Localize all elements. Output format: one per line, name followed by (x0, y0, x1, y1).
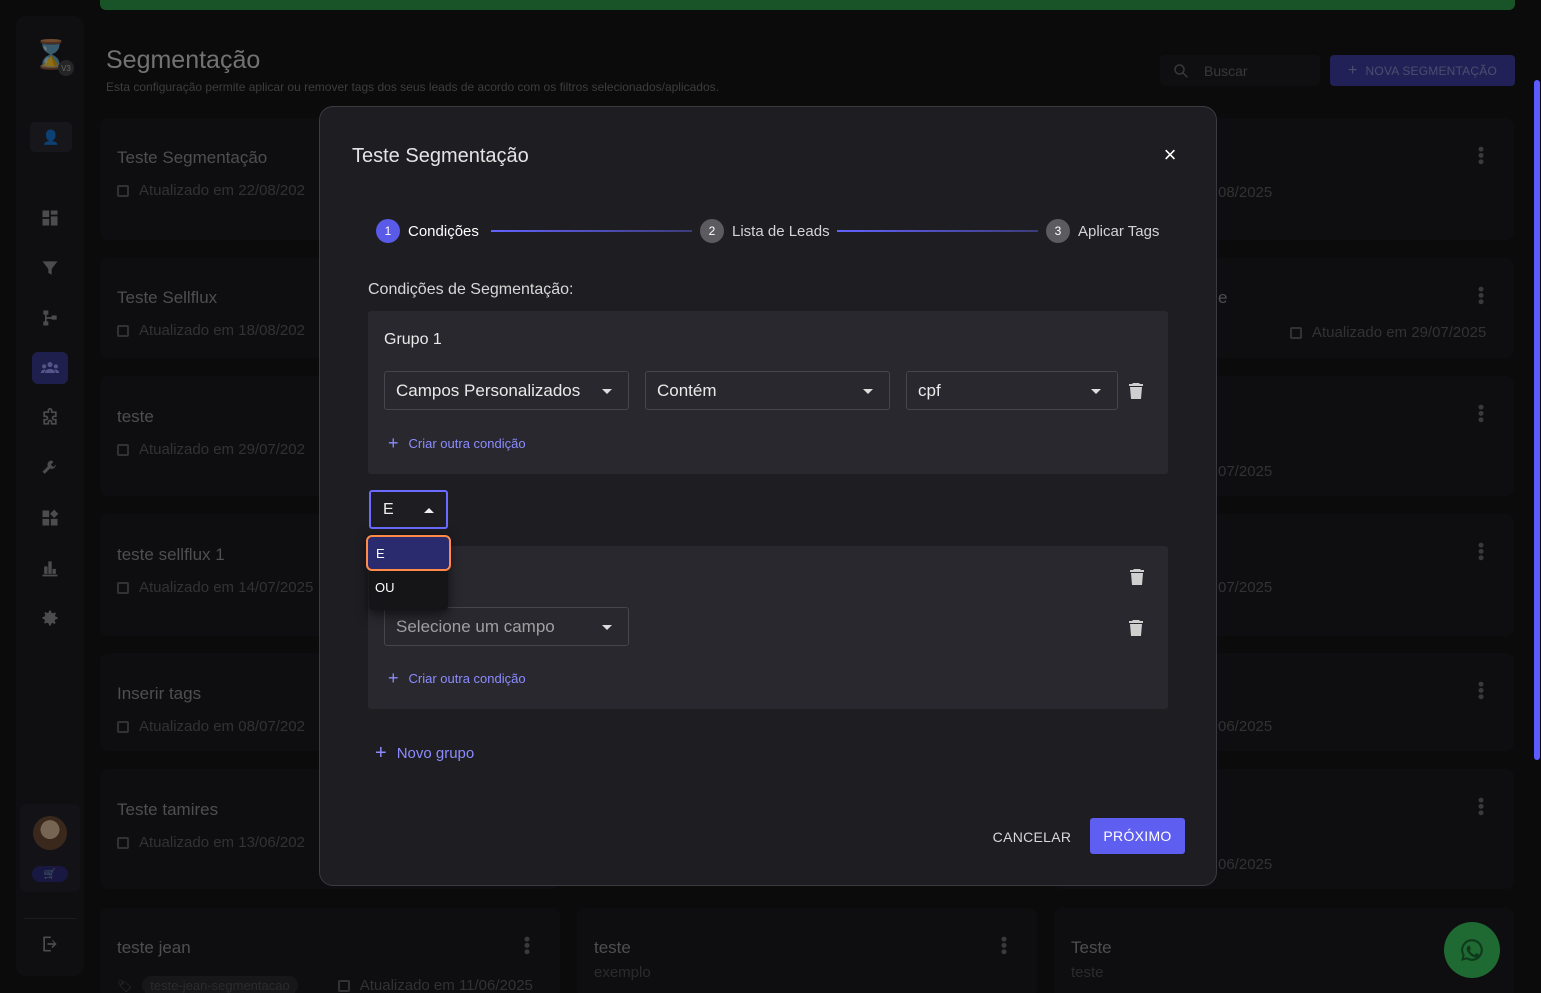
chevron-down-icon (863, 389, 873, 394)
chevron-down-icon (602, 389, 612, 394)
logic-operator-value: E (383, 500, 394, 518)
new-group-label: Novo grupo (396, 745, 475, 762)
condition-group-1: Grupo 1 Campos Personalizados Contém cpf… (368, 311, 1168, 474)
step-number: 2 (700, 219, 724, 243)
step-apply-tags: 3 Aplicar Tags (1046, 219, 1159, 243)
chevron-down-icon (1091, 389, 1101, 394)
logic-operator-dropdown: E OU (366, 534, 451, 610)
cancel-button[interactable]: CANCELAR (984, 820, 1080, 854)
delete-condition-button[interactable] (1128, 618, 1144, 638)
plus-icon: + (375, 742, 387, 764)
modal-title: Teste Segmentação (352, 145, 529, 167)
step-label: Condições (408, 222, 479, 240)
trash-icon (1129, 620, 1143, 636)
section-title: Condições de Segmentação: (368, 281, 574, 298)
field-select-value: Campos Personalizados (396, 380, 581, 400)
value-select-value: cpf (918, 380, 941, 400)
step-number: 1 (376, 219, 400, 243)
step-label: Lista de Leads (732, 222, 830, 240)
delete-group-button[interactable] (1129, 567, 1145, 587)
plus-icon: + (388, 668, 399, 688)
page: ⌛ V3 👤 🛒 Segmentação Esta configuração p… (0, 0, 1541, 993)
step-leads-list: 2 Lista de Leads (700, 219, 830, 243)
add-condition-label: Criar outra condição (408, 671, 526, 686)
group-title: Grupo 1 (384, 331, 442, 348)
add-condition-button[interactable]: + Criar outra condição (388, 668, 526, 689)
segmentation-modal: Teste Segmentação × 1 Condições 2 Lista … (319, 106, 1217, 886)
page-scrollbar[interactable] (1534, 80, 1540, 760)
add-condition-label: Criar outra condição (408, 436, 526, 451)
field-select[interactable]: Campos Personalizados (384, 371, 629, 410)
dropdown-option-ou[interactable]: OU (369, 571, 448, 603)
whatsapp-button[interactable] (1444, 922, 1500, 978)
operator-select-value: Contém (657, 380, 717, 400)
trash-icon (1129, 383, 1143, 399)
step-conditions: 1 Condições (376, 219, 479, 243)
chevron-down-icon (602, 625, 612, 630)
dropdown-option-e[interactable]: E (366, 535, 451, 571)
whatsapp-icon (1461, 939, 1483, 961)
close-icon[interactable]: × (1158, 142, 1182, 167)
value-select[interactable]: cpf (906, 371, 1118, 410)
add-condition-button[interactable]: + Criar outra condição (388, 433, 526, 454)
step-number: 3 (1046, 219, 1070, 243)
operator-select[interactable]: Contém (645, 371, 890, 410)
field-select[interactable]: Selecione um campo (384, 607, 629, 646)
next-button[interactable]: PRÓXIMO (1090, 818, 1185, 854)
step-label: Aplicar Tags (1078, 222, 1160, 240)
plus-icon: + (388, 433, 399, 453)
trash-icon (1130, 569, 1144, 585)
step-connector (837, 230, 1038, 232)
chevron-up-icon (424, 508, 434, 513)
delete-condition-button[interactable] (1128, 381, 1144, 401)
new-group-button[interactable]: + Novo grupo (375, 742, 474, 765)
condition-group-2: Selecione um campo + Criar outra condiçã… (368, 546, 1168, 709)
step-connector (491, 230, 692, 232)
logic-operator-select[interactable]: E (369, 490, 448, 529)
field-select-placeholder: Selecione um campo (396, 616, 555, 636)
